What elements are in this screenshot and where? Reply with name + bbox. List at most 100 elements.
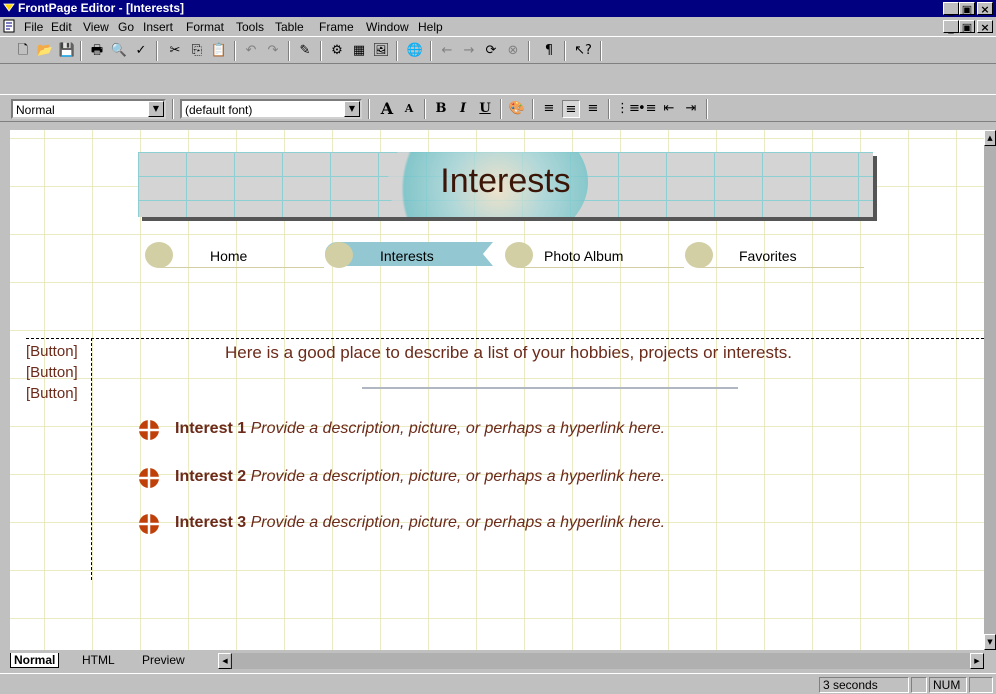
text-color-icon[interactable]: 🎨 — [508, 100, 526, 118]
paste-icon[interactable]: 📋 — [210, 42, 228, 60]
menu-table[interactable]: Table — [275, 20, 304, 34]
interest-desc: Provide a description, picture, or perha… — [250, 468, 666, 485]
font-select[interactable]: (default font) ▼ — [180, 99, 362, 119]
intro-text: Here is a good place to describe a list … — [225, 343, 792, 362]
menu-tools[interactable]: Tools — [236, 20, 264, 34]
doc-restore-button[interactable]: ▣ — [959, 20, 975, 34]
tab-preview[interactable]: Preview — [142, 653, 185, 667]
title-bar: FrontPage Editor - [Interests] _ ▣ × — [0, 0, 996, 17]
interest-item: Interest 3 Provide a description, pictur… — [175, 514, 665, 532]
interest-name: Interest 2 — [175, 468, 247, 485]
align-left-icon[interactable]: ≡ — [540, 100, 558, 118]
decrease-font-size-icon[interactable]: A — [400, 100, 418, 118]
numbered-list-icon[interactable]: ⋮≡ — [616, 100, 640, 118]
window-title: FrontPage Editor - [Interests] — [18, 1, 185, 15]
undo-icon[interactable]: ↶ — [242, 42, 260, 60]
tab-html[interactable]: HTML — [82, 653, 115, 667]
download-time-status: 3 seconds — [819, 677, 909, 693]
menu-help[interactable]: Help — [418, 20, 443, 34]
refresh-icon[interactable]: ⟳ — [482, 42, 500, 60]
toolbar-separator — [288, 41, 290, 61]
tab-normal[interactable]: Normal — [10, 653, 60, 668]
vertical-scrollbar[interactable]: ▲ ▼ — [984, 130, 996, 650]
forward-icon[interactable]: → — [460, 42, 478, 60]
menu-go[interactable]: Go — [118, 20, 134, 34]
nav-bullet-icon — [505, 242, 533, 268]
doc-minimize-button[interactable]: _ — [943, 20, 959, 34]
nav-bullet-icon — [145, 242, 173, 268]
align-center-icon[interactable]: ≡ — [562, 100, 580, 118]
nav-favorites[interactable]: Favorites — [685, 240, 865, 270]
new-icon[interactable]: 🗋 — [14, 42, 32, 60]
minimize-button[interactable]: _ — [943, 2, 959, 16]
menu-edit[interactable]: Edit — [51, 20, 72, 34]
underline-icon[interactable]: U — [476, 100, 494, 118]
toolbar-separator — [706, 99, 708, 119]
font-select-value: (default font) — [185, 103, 253, 117]
nav-button-placeholder[interactable]: [Button] — [26, 364, 78, 381]
spelling-icon[interactable]: ✓ — [132, 42, 150, 60]
decrease-indent-icon[interactable]: ⇤ — [660, 100, 678, 118]
doc-close-button[interactable]: × — [977, 20, 993, 34]
toolbar-separator — [234, 41, 236, 61]
show-paragraph-marks-icon[interactable]: ¶ — [540, 42, 558, 60]
nav-button-placeholder[interactable]: [Button] — [26, 343, 78, 360]
copy-icon[interactable]: ⎘ — [188, 42, 206, 60]
scroll-down-icon[interactable]: ▼ — [984, 634, 996, 650]
increase-indent-icon[interactable]: ⇥ — [682, 100, 700, 118]
nav-underline — [519, 267, 684, 268]
nav-underline — [699, 267, 864, 268]
menu-format[interactable]: Format — [186, 20, 224, 34]
print-preview-icon[interactable]: 🔍 — [110, 42, 128, 60]
horizontal-scrollbar[interactable] — [230, 653, 970, 669]
interest-desc: Provide a description, picture, or perha… — [250, 514, 666, 531]
style-select-value: Normal — [16, 103, 55, 117]
chevron-down-icon[interactable]: ▼ — [344, 101, 360, 117]
save-icon[interactable]: 💾 — [58, 42, 76, 60]
toolbar-separator — [156, 41, 158, 61]
insert-table-icon[interactable]: ▦ — [350, 42, 368, 60]
nav-label: Interests — [380, 248, 434, 264]
menu-frame[interactable]: Frame — [319, 20, 354, 34]
back-icon[interactable]: ← — [438, 42, 456, 60]
nav-photo-album[interactable]: Photo Album — [505, 240, 685, 270]
nav-interests[interactable]: Interests — [325, 240, 505, 270]
stop-icon[interactable]: ⊗ — [504, 42, 522, 60]
document-icon[interactable] — [3, 19, 16, 33]
open-icon[interactable]: 📂 — [36, 42, 54, 60]
print-icon[interactable]: 🖶 — [88, 42, 106, 60]
menu-view[interactable]: View — [83, 20, 109, 34]
redo-icon[interactable]: ↷ — [264, 42, 282, 60]
format-painter-icon[interactable]: ✎ — [296, 42, 314, 60]
shared-border-left — [91, 338, 92, 580]
menu-insert[interactable]: Insert — [143, 20, 173, 34]
chevron-down-icon[interactable]: ▼ — [148, 101, 164, 117]
shared-border-top — [26, 338, 984, 339]
scroll-right-icon[interactable]: ▶ — [970, 653, 984, 669]
close-button[interactable]: × — [977, 2, 993, 16]
bold-icon[interactable]: B — [432, 100, 450, 118]
hyperlink-icon[interactable]: 🌐 — [406, 42, 424, 60]
italic-icon[interactable]: I — [454, 100, 472, 118]
nav-home[interactable]: Home — [145, 240, 325, 270]
insert-webbot-icon[interactable]: ⚙ — [328, 42, 346, 60]
bulleted-list-icon[interactable]: •≡ — [638, 100, 657, 118]
nav-label: Favorites — [739, 248, 797, 264]
status-panel-empty — [911, 677, 927, 693]
menu-file[interactable]: File — [24, 20, 43, 34]
nav-label: Photo Album — [544, 248, 624, 264]
editor-canvas[interactable]: Interests Home Interests Photo Album Fav… — [10, 130, 984, 650]
restore-button[interactable]: ▣ — [959, 2, 975, 16]
align-right-icon[interactable]: ≡ — [584, 100, 602, 118]
help-cursor-icon[interactable]: ↖? — [574, 42, 592, 60]
insert-image-icon[interactable]: 🖼 — [372, 42, 390, 60]
style-select[interactable]: Normal ▼ — [11, 99, 166, 119]
standard-toolbar: 🗋 📂 💾 🖶 🔍 ✓ ✂ ⎘ 📋 ↶ ↷ ✎ ⚙ ▦ 🖼 🌐 ← → ⟳ ⊗ … — [0, 36, 996, 64]
toolbar-separator — [80, 41, 82, 61]
toolbar-separator — [430, 41, 432, 61]
increase-font-size-icon[interactable]: A — [378, 100, 396, 118]
nav-button-placeholder[interactable]: [Button] — [26, 385, 78, 402]
scroll-up-icon[interactable]: ▲ — [984, 130, 996, 146]
cut-icon[interactable]: ✂ — [166, 42, 184, 60]
menu-window[interactable]: Window — [366, 20, 409, 34]
